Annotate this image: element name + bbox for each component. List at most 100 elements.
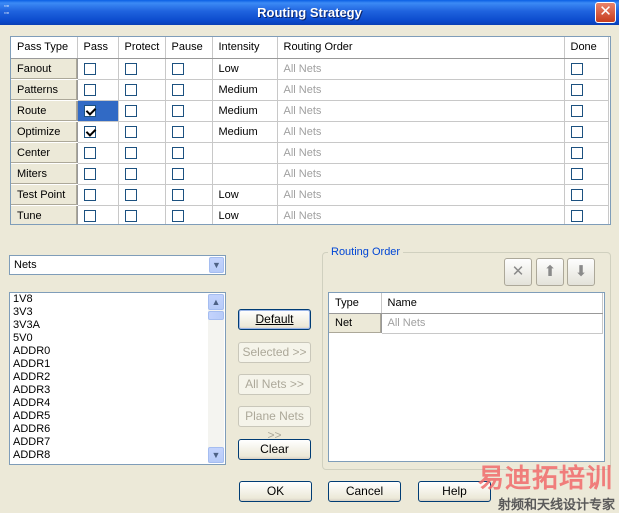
list-item[interactable]: ADDR4 [10, 397, 225, 410]
pause-checkbox[interactable] [171, 167, 184, 180]
pass-cell[interactable] [77, 121, 119, 143]
done-cell[interactable] [564, 100, 609, 122]
list-item[interactable]: ADDR1 [10, 358, 225, 371]
routing-order-cell[interactable]: All Nets [277, 163, 565, 185]
done-checkbox[interactable] [570, 188, 583, 201]
net-list[interactable]: 1V8 3V3 3V3A 5V0 ADDR0 ADDR1 ADDR2 ADDR3 ADDR4 AD… [9, 292, 226, 465]
pass-type-cell[interactable]: Miters [11, 163, 78, 185]
pass-checkbox[interactable] [83, 188, 96, 201]
protect-checkbox[interactable] [124, 104, 137, 117]
table-row[interactable]: Net All Nets [329, 313, 603, 334]
pause-checkbox[interactable] [171, 209, 184, 222]
ok-button[interactable]: OK [239, 481, 312, 502]
column-header[interactable]: Type [329, 293, 382, 314]
list-item[interactable]: ADDR0 [10, 345, 225, 358]
order-type-cell[interactable]: Net [329, 313, 382, 334]
pass-type-cell[interactable]: Route [11, 100, 78, 122]
pass-cell[interactable] [77, 184, 119, 206]
intensity-cell[interactable]: Low [212, 184, 278, 206]
list-item[interactable]: ADDR5 [10, 410, 225, 423]
routing-order-cell[interactable]: All Nets [277, 205, 565, 224]
pass-type-cell[interactable]: Patterns [11, 79, 78, 101]
plane-nets-button[interactable]: Plane Nets >> [238, 406, 311, 442]
done-cell[interactable] [564, 184, 609, 206]
pass-checkbox[interactable] [83, 167, 96, 180]
pause-cell[interactable] [165, 142, 213, 164]
pass-type-cell[interactable]: Optimize [11, 121, 78, 143]
list-item[interactable]: 3V3A [10, 319, 225, 332]
selected-button[interactable]: Selected >> [238, 342, 311, 363]
pause-checkbox[interactable] [171, 188, 184, 201]
table-row[interactable]: Test Point Low All Nets [11, 184, 609, 206]
table-row[interactable]: Center All Nets [11, 142, 609, 164]
done-checkbox[interactable] [570, 62, 583, 75]
table-row[interactable]: Patterns Medium All Nets [11, 79, 609, 101]
protect-checkbox[interactable] [124, 62, 137, 75]
scroll-up-icon[interactable]: ▲ [208, 294, 224, 310]
intensity-cell[interactable]: Low [212, 58, 278, 80]
clear-button[interactable]: Clear [238, 439, 311, 460]
chevron-down-icon[interactable]: ▼ [209, 257, 224, 273]
done-checkbox[interactable] [570, 125, 583, 138]
pass-checkbox[interactable] [83, 83, 96, 96]
protect-checkbox[interactable] [124, 167, 137, 180]
column-header[interactable]: Pass Type [11, 37, 78, 59]
done-cell[interactable] [564, 121, 609, 143]
intensity-cell[interactable]: Low [212, 205, 278, 224]
done-cell[interactable] [564, 205, 609, 224]
pass-type-cell[interactable]: Center [11, 142, 78, 164]
pass-checkbox[interactable] [83, 125, 96, 138]
intensity-cell[interactable] [212, 163, 278, 185]
done-cell[interactable] [564, 58, 609, 80]
pass-checkbox[interactable] [83, 146, 96, 159]
net-filter-dropdown[interactable]: Nets ▼ [9, 255, 226, 275]
routing-order-cell[interactable]: All Nets [277, 184, 565, 206]
done-checkbox[interactable] [570, 146, 583, 159]
intensity-cell[interactable]: Medium [212, 79, 278, 101]
list-item[interactable]: ADDR6 [10, 423, 225, 436]
pass-type-cell[interactable]: Test Point [11, 184, 78, 206]
protect-cell[interactable] [118, 79, 166, 101]
pass-type-cell[interactable]: Fanout [11, 58, 78, 80]
protect-checkbox[interactable] [124, 125, 137, 138]
pause-cell[interactable] [165, 58, 213, 80]
list-item[interactable]: ADDR8 [10, 449, 225, 462]
scroll-down-icon[interactable]: ▼ [208, 447, 224, 463]
column-header[interactable]: Intensity [212, 37, 278, 59]
pause-checkbox[interactable] [171, 125, 184, 138]
pause-cell[interactable] [165, 163, 213, 185]
column-header[interactable]: Pass [77, 37, 119, 59]
pause-cell[interactable] [165, 79, 213, 101]
pass-cell[interactable] [77, 58, 119, 80]
intensity-cell[interactable] [212, 142, 278, 164]
pause-checkbox[interactable] [171, 104, 184, 117]
done-cell[interactable] [564, 142, 609, 164]
list-item[interactable]: 3V3 [10, 306, 225, 319]
pause-checkbox[interactable] [171, 83, 184, 96]
routing-order-cell[interactable]: All Nets [277, 121, 565, 143]
protect-cell[interactable] [118, 184, 166, 206]
pass-cell[interactable] [77, 100, 119, 122]
pass-cell[interactable] [77, 142, 119, 164]
scroll-thumb[interactable] [208, 311, 224, 320]
routing-order-cell[interactable]: All Nets [277, 100, 565, 122]
done-checkbox[interactable] [570, 83, 583, 96]
pass-cell[interactable] [77, 79, 119, 101]
pause-checkbox[interactable] [171, 62, 184, 75]
protect-cell[interactable] [118, 163, 166, 185]
protect-cell[interactable] [118, 100, 166, 122]
pass-checkbox[interactable] [83, 62, 96, 75]
pause-cell[interactable] [165, 184, 213, 206]
routing-order-cell[interactable]: All Nets [277, 79, 565, 101]
pass-cell[interactable] [77, 163, 119, 185]
column-header[interactable]: Routing Order [277, 37, 565, 59]
title-bar[interactable]: ▫▫ ▫▫ Routing Strategy ✕ [0, 0, 619, 25]
pause-checkbox[interactable] [171, 146, 184, 159]
table-row[interactable]: Optimize Medium All Nets [11, 121, 609, 143]
pause-cell[interactable] [165, 100, 213, 122]
protect-checkbox[interactable] [124, 146, 137, 159]
intensity-cell[interactable]: Medium [212, 100, 278, 122]
protect-checkbox[interactable] [124, 83, 137, 96]
routing-order-cell[interactable]: All Nets [277, 142, 565, 164]
list-item[interactable]: ADDR2 [10, 371, 225, 384]
